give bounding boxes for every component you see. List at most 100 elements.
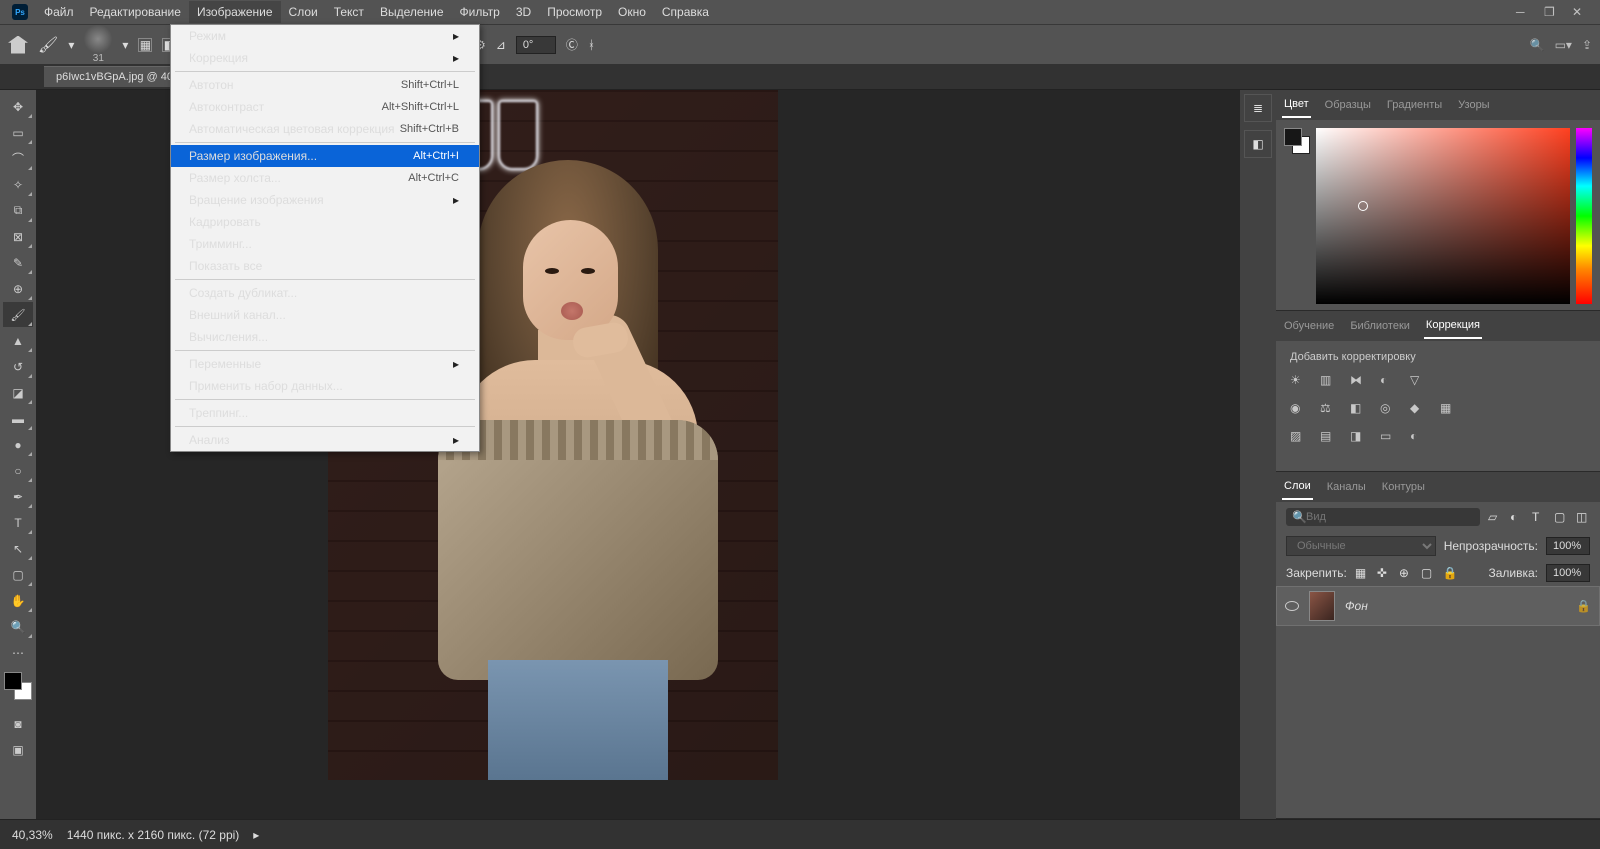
menu-справка[interactable]: Справка: [654, 1, 717, 23]
menu-просмотр[interactable]: Просмотр: [539, 1, 610, 23]
filter-shape-icon[interactable]: ▢: [1554, 510, 1568, 524]
pen-tool[interactable]: ✒: [3, 484, 33, 509]
pressure-size-icon[interactable]: Ⓒ: [566, 36, 578, 53]
chevron-down-icon[interactable]: ▾: [68, 38, 74, 52]
color-field[interactable]: [1316, 128, 1570, 304]
visibility-toggle[interactable]: [1285, 601, 1299, 611]
close-button[interactable]: ✕: [1572, 5, 1586, 19]
path-select-tool[interactable]: ↖: [3, 536, 33, 561]
shape-tool[interactable]: ▢: [3, 562, 33, 587]
gradient-tool[interactable]: ▬: [3, 406, 33, 431]
hand-tool[interactable]: ✋: [3, 588, 33, 613]
bw-icon[interactable]: ◧: [1350, 401, 1368, 419]
menu-изображение[interactable]: Изображение: [189, 1, 281, 23]
filter-image-icon[interactable]: ▱: [1488, 510, 1502, 524]
tab-контуры[interactable]: Контуры: [1380, 475, 1427, 499]
document-tab[interactable]: p6Iwc1vBGpA.jpg @ 40: [44, 66, 185, 87]
history-panel-icon[interactable]: ≣: [1244, 94, 1272, 122]
lasso-tool[interactable]: ⌒: [3, 146, 33, 171]
lock-pixels-icon[interactable]: ▦: [1355, 566, 1369, 580]
menu-item--[interactable]: Размер изображения...Alt+Ctrl+I: [171, 145, 479, 167]
chevron-down-icon[interactable]: ▾: [122, 38, 128, 52]
opacity-input[interactable]: [1546, 537, 1590, 555]
colorbalance-icon[interactable]: ⚖: [1320, 401, 1338, 419]
menu-item--[interactable]: Автоматическая цветовая коррекцияShift+C…: [171, 118, 479, 140]
panel-swatches[interactable]: [1284, 128, 1310, 154]
type-tool[interactable]: T: [3, 510, 33, 535]
menu-item--[interactable]: Режим▸: [171, 25, 479, 47]
lock-artboard-icon[interactable]: ⊕: [1399, 566, 1413, 580]
eyedropper-tool[interactable]: ✎: [3, 250, 33, 275]
blend-mode-select[interactable]: Обычные: [1286, 536, 1436, 556]
layer-thumbnail[interactable]: [1309, 591, 1335, 621]
menu-слои[interactable]: Слои: [281, 1, 326, 23]
channelmixer-icon[interactable]: ◆: [1410, 401, 1428, 419]
levels-icon[interactable]: ▥: [1320, 373, 1338, 391]
filter-type-icon[interactable]: T: [1532, 510, 1546, 524]
layer-filter-input[interactable]: [1286, 508, 1480, 526]
filter-smart-icon[interactable]: ◫: [1576, 510, 1590, 524]
share-icon[interactable]: ⇪: [1582, 38, 1592, 52]
screenmode-toggle[interactable]: ▣: [3, 737, 33, 762]
menu-3d[interactable]: 3D: [508, 1, 539, 23]
tab-градиенты[interactable]: Градиенты: [1385, 93, 1444, 117]
brush-tool[interactable]: 🖌: [3, 302, 33, 327]
lock-all-icon[interactable]: 🔒: [1443, 566, 1457, 580]
menu-item--[interactable]: АвтотонShift+Ctrl+L: [171, 74, 479, 96]
fill-input[interactable]: [1546, 564, 1590, 582]
brush-panel-toggle[interactable]: ▦: [138, 38, 152, 52]
menu-файл[interactable]: Файл: [36, 1, 82, 23]
history-brush-tool[interactable]: ↺: [3, 354, 33, 379]
layer-row[interactable]: Фон 🔒: [1276, 586, 1600, 626]
tab-библиотеки[interactable]: Библиотеки: [1348, 314, 1412, 338]
colorlookup-icon[interactable]: ▦: [1440, 401, 1458, 419]
marquee-tool[interactable]: ▭: [3, 120, 33, 145]
threshold-icon[interactable]: ◨: [1350, 429, 1368, 447]
eraser-tool[interactable]: ◪: [3, 380, 33, 405]
angle-input[interactable]: [516, 36, 556, 54]
edit-toolbar[interactable]: ⋯: [3, 640, 33, 665]
invert-icon[interactable]: ▨: [1290, 429, 1308, 447]
vibrance-icon[interactable]: ▽: [1410, 373, 1428, 391]
menu-выделение[interactable]: Выделение: [372, 1, 452, 23]
menu-item--[interactable]: Коррекция▸: [171, 47, 479, 69]
menu-окно[interactable]: Окно: [610, 1, 654, 23]
crop-tool[interactable]: ⧉: [3, 198, 33, 223]
selective-icon[interactable]: ◐: [1410, 429, 1428, 447]
dodge-tool[interactable]: ○: [3, 458, 33, 483]
menu-редактирование[interactable]: Редактирование: [82, 1, 189, 23]
menu-item--[interactable]: Размер холста...Alt+Ctrl+C: [171, 167, 479, 189]
menu-фильтр[interactable]: Фильтр: [452, 1, 508, 23]
gradientmap-icon[interactable]: ▭: [1380, 429, 1398, 447]
restore-button[interactable]: ❐: [1544, 5, 1558, 19]
lock-nest-icon[interactable]: ▢: [1421, 566, 1435, 580]
brush-tool-icon[interactable]: 🖌: [38, 35, 58, 55]
menu-item--[interactable]: Вычисления...: [171, 326, 479, 348]
zoom-tool[interactable]: 🔍: [3, 614, 33, 639]
tab-образцы[interactable]: Образцы: [1323, 93, 1373, 117]
photofilter-icon[interactable]: ◎: [1380, 401, 1398, 419]
tab-обучение[interactable]: Обучение: [1282, 314, 1336, 338]
heal-tool[interactable]: ⊕: [3, 276, 33, 301]
wand-tool[interactable]: ✧: [3, 172, 33, 197]
stamp-tool[interactable]: ▲: [3, 328, 33, 353]
tab-цвет[interactable]: Цвет: [1282, 92, 1311, 118]
tab-слои[interactable]: Слои: [1282, 474, 1313, 500]
curves-icon[interactable]: ⧓: [1350, 373, 1368, 391]
menu-item--[interactable]: Вращение изображения▸: [171, 189, 479, 211]
frame-tool[interactable]: ⊠: [3, 224, 33, 249]
menu-item--[interactable]: Тримминг...: [171, 233, 479, 255]
menu-item--[interactable]: АвтоконтрастAlt+Shift+Ctrl+L: [171, 96, 479, 118]
chevron-right-icon[interactable]: ▸: [253, 828, 259, 842]
move-tool[interactable]: ✥: [3, 94, 33, 119]
workspace-icon[interactable]: ▭▾: [1555, 38, 1572, 52]
tab-коррекция[interactable]: Коррекция: [1424, 313, 1482, 339]
minimize-button[interactable]: ─: [1516, 5, 1530, 19]
posterize-icon[interactable]: ▤: [1320, 429, 1338, 447]
brightness-icon[interactable]: ☀: [1290, 373, 1308, 391]
filter-adjust-icon[interactable]: ◐: [1510, 510, 1524, 524]
properties-panel-icon[interactable]: ◧: [1244, 130, 1272, 158]
menu-item--[interactable]: Создать дубликат...: [171, 282, 479, 304]
quickmask-toggle[interactable]: ◙: [3, 711, 33, 736]
tab-каналы[interactable]: Каналы: [1325, 475, 1368, 499]
